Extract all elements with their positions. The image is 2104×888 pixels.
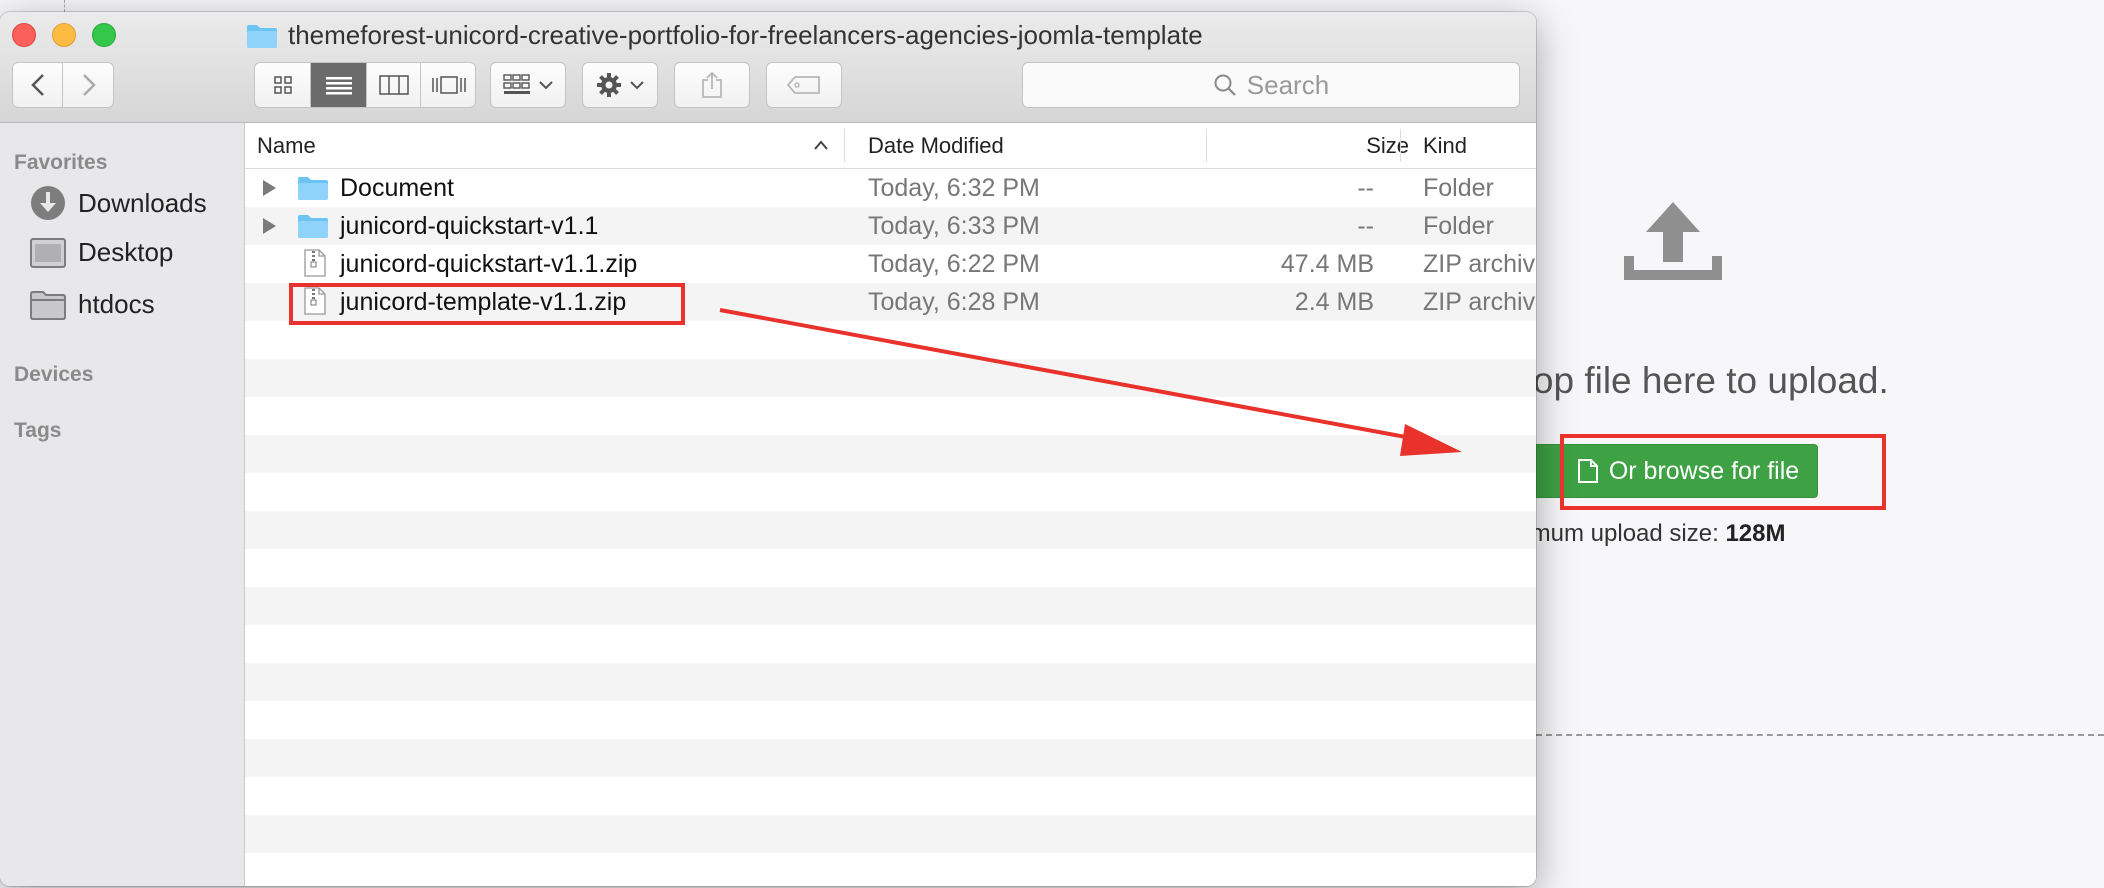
divider <box>64 0 65 12</box>
file-date: Today, 6:33 PM <box>868 212 1040 240</box>
search-icon <box>1214 74 1236 96</box>
file-name: junicord-quickstart-v1.1.zip <box>340 250 638 278</box>
folder-icon <box>298 177 328 200</box>
folder-icon <box>298 215 328 238</box>
column-divider[interactable] <box>1206 129 1207 162</box>
zoom-window-button[interactable] <box>92 23 116 47</box>
disclosure-triangle-icon[interactable] <box>263 180 276 196</box>
tag-icon <box>787 76 820 94</box>
column-view-button[interactable] <box>367 63 421 107</box>
file-date: Today, 6:22 PM <box>868 250 1040 278</box>
file-row-quickstart-zip[interactable]: junicord-quickstart-v1.1.zip Today, 6:22… <box>245 245 1536 283</box>
highlight-box-browse <box>1560 434 1886 510</box>
sidebar-item-desktop[interactable]: Desktop <box>30 237 173 268</box>
column-divider[interactable] <box>844 129 845 162</box>
file-kind: ZIP archive <box>1423 250 1536 278</box>
file-size: 2.4 MB <box>1294 288 1374 316</box>
list-view-button[interactable] <box>311 63 367 107</box>
gear-icon <box>597 73 621 97</box>
window-title: themeforest-unicord-creative-portfolio-f… <box>246 20 1203 51</box>
file-size: -- <box>1357 174 1374 202</box>
minimize-window-button[interactable] <box>52 23 76 47</box>
column-kind[interactable]: Kind <box>1423 123 1467 168</box>
action-menu-button[interactable] <box>582 62 658 108</box>
search-input[interactable]: Search <box>1022 62 1520 108</box>
sidebar: Favorites Downloads Desktop htdocs Devic… <box>0 123 245 886</box>
cover-flow-button[interactable] <box>421 63 477 107</box>
arrange-button[interactable] <box>490 62 566 108</box>
list-icon <box>325 77 352 95</box>
back-button[interactable] <box>13 63 63 107</box>
column-name[interactable]: Name <box>257 123 316 168</box>
file-row-quickstart-folder[interactable]: junicord-quickstart-v1.1 Today, 6:33 PM … <box>245 207 1536 245</box>
chevron-down-icon <box>630 81 644 90</box>
file-name: junicord-quickstart-v1.1 <box>340 212 599 240</box>
sidebar-item-downloads[interactable]: Downloads <box>30 185 207 221</box>
file-row-document[interactable]: Document Today, 6:32 PM -- Folder <box>245 169 1536 207</box>
column-date-modified[interactable]: Date Modified <box>868 123 1004 168</box>
max-upload-size: aximum upload size: 128M <box>1500 520 1785 548</box>
file-date: Today, 6:28 PM <box>868 288 1040 316</box>
column-size[interactable]: Size <box>1327 123 1409 168</box>
finder-window[interactable]: themeforest-unicord-creative-portfolio-f… <box>0 12 1536 886</box>
desktop-icon <box>30 237 66 268</box>
share-icon <box>702 71 722 98</box>
column-header: Name Date Modified Size Kind <box>245 123 1536 169</box>
folder-icon <box>30 290 66 320</box>
file-list: Name Date Modified Size Kind Document To… <box>245 123 1536 886</box>
file-size: 47.4 MB <box>1280 250 1374 278</box>
arrange-icon <box>503 74 530 94</box>
file-size: -- <box>1357 212 1374 240</box>
icon-view-button[interactable] <box>255 63 311 107</box>
upload-icon <box>1624 202 1722 280</box>
column-divider[interactable] <box>1400 129 1401 162</box>
sidebar-item-label: Downloads <box>78 187 207 218</box>
drop-instructions: drop file here to upload. <box>1500 360 1889 401</box>
file-date: Today, 6:32 PM <box>868 174 1040 202</box>
dropzone-border <box>1536 734 2104 736</box>
view-mode-control <box>254 62 476 108</box>
grid-icon <box>273 76 292 94</box>
back-forward-buttons <box>12 62 114 108</box>
sidebar-heading-favorites: Favorites <box>14 151 108 174</box>
highlight-box-file <box>289 283 685 325</box>
file-kind: Folder <box>1423 212 1494 240</box>
sidebar-item-htdocs[interactable]: htdocs <box>30 289 155 320</box>
file-kind: ZIP archive <box>1423 288 1536 316</box>
columns-icon <box>378 75 409 95</box>
forward-button[interactable] <box>63 63 115 107</box>
cover-flow-icon <box>432 76 466 94</box>
disclosure-triangle-icon[interactable] <box>263 218 276 234</box>
close-window-button[interactable] <box>12 23 36 47</box>
toolbar: themeforest-unicord-creative-portfolio-f… <box>0 12 1536 123</box>
share-button[interactable] <box>674 62 750 108</box>
downloads-icon <box>31 186 65 220</box>
window-title-text: themeforest-unicord-creative-portfolio-f… <box>288 20 1203 50</box>
sidebar-item-label: Desktop <box>78 237 174 267</box>
file-rows: Document Today, 6:32 PM -- Folder junico… <box>245 169 1536 886</box>
sort-ascending-icon <box>814 140 828 150</box>
folder-icon <box>247 24 277 48</box>
chevron-down-icon <box>539 81 553 90</box>
search-placeholder: Search <box>1246 69 1330 100</box>
sidebar-heading-devices[interactable]: Devices <box>14 363 93 387</box>
max-size-value: 128M <box>1725 520 1786 547</box>
sidebar-heading-tags[interactable]: Tags <box>14 419 61 443</box>
file-name: Document <box>340 174 454 202</box>
file-kind: Folder <box>1423 174 1494 202</box>
zip-file-icon <box>304 249 326 277</box>
sidebar-item-label: htdocs <box>78 289 155 319</box>
chevron-right-icon <box>83 74 96 96</box>
chevron-left-icon <box>30 74 44 96</box>
tags-button[interactable] <box>766 62 842 108</box>
